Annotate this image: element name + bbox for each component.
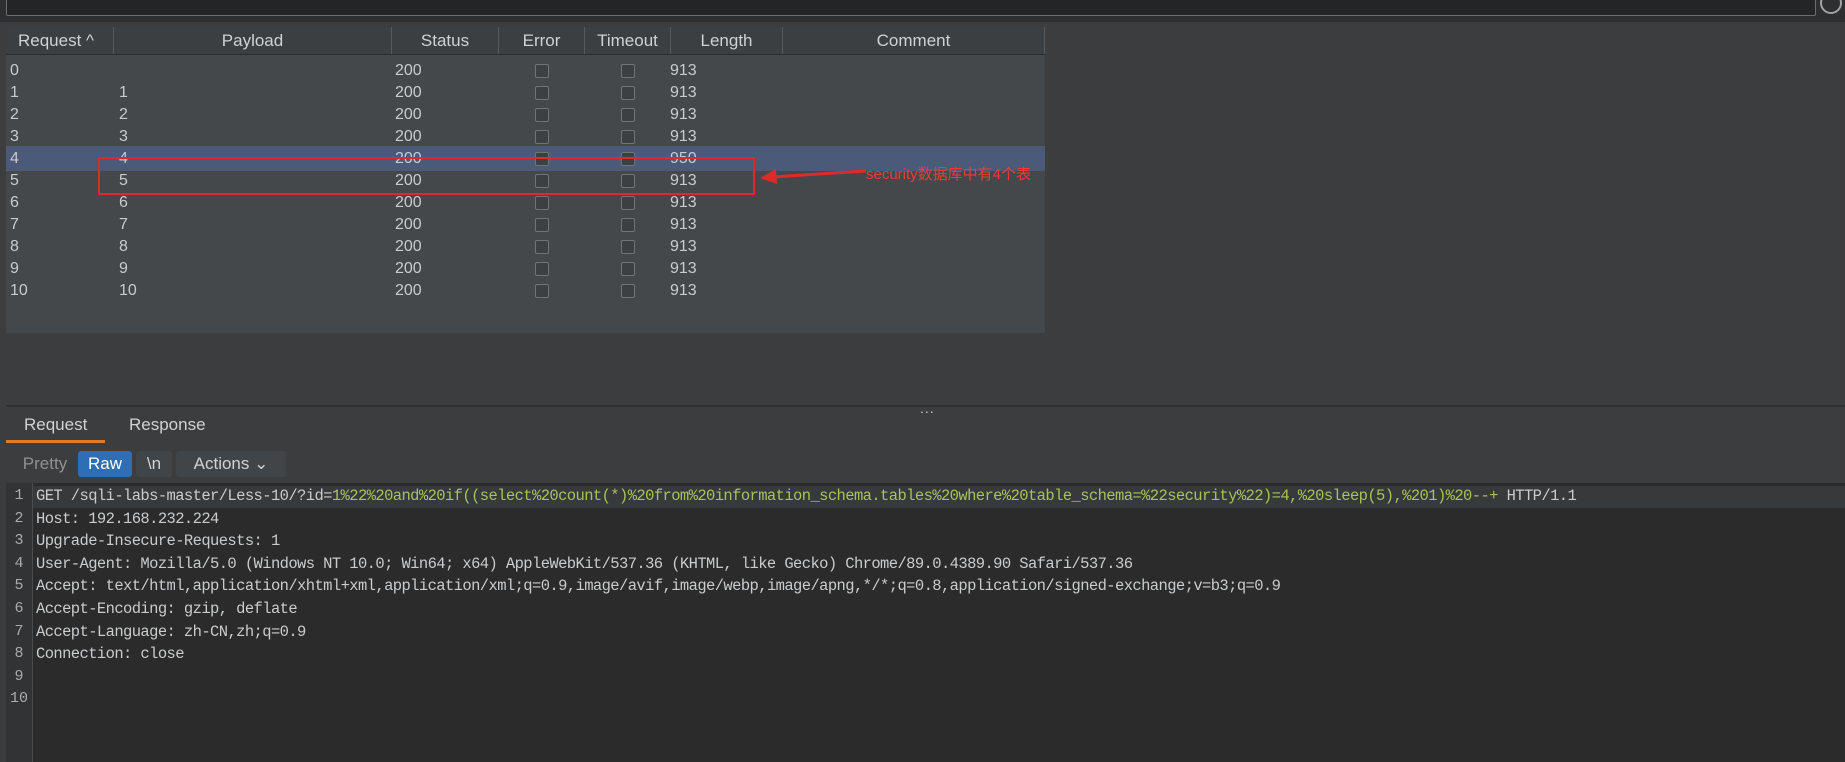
line-number: 4 — [14, 554, 24, 572]
line-number: 5 — [14, 577, 24, 595]
line-number: 10 — [9, 690, 28, 708]
tab-request[interactable]: Request — [24, 410, 87, 440]
request-line-payload: 1%22%20and%20if((select%20count(*)%20fro… — [331, 487, 1499, 505]
request-header-line: Accept-Encoding: gzip, deflate — [36, 600, 298, 618]
message-tabs: Request Response — [6, 410, 1845, 440]
request-header-line: Connection: close — [36, 645, 185, 664]
line-number: 9 — [14, 667, 24, 685]
column-header-request[interactable]: Request ^ — [6, 27, 114, 54]
request-line-suffix: HTTP/1.1 — [1497, 487, 1577, 505]
timeout-checkbox[interactable] — [621, 64, 635, 78]
request-header-line: Accept: text/html,application/xhtml+xml,… — [36, 577, 1281, 596]
error-checkbox[interactable] — [535, 196, 549, 210]
help-icon[interactable] — [1820, 0, 1842, 14]
header-name: Accept-Language: — [36, 622, 176, 641]
column-header-status[interactable]: Status — [392, 27, 499, 54]
error-checkbox[interactable] — [535, 64, 549, 78]
error-checkbox[interactable] — [535, 240, 549, 254]
cell-request: 10 — [10, 282, 28, 299]
pretty-button[interactable]: Pretty — [14, 451, 76, 477]
timeout-checkbox[interactable] — [621, 108, 635, 122]
column-header-payload[interactable]: Payload — [114, 27, 392, 54]
highlight-box — [98, 157, 755, 195]
actions-dropdown[interactable]: Actions ⌄ — [176, 451, 286, 477]
request-header-line: User-Agent: Mozilla/5.0 (Windows NT 10.0… — [36, 554, 1133, 573]
header-name: Accept-Encoding: — [36, 600, 176, 618]
header-value: zh-CN,zh;q=0.9 — [175, 622, 306, 641]
active-tab-indicator — [6, 440, 105, 443]
column-header-error[interactable]: Error — [499, 27, 585, 54]
column-header-comment[interactable]: Comment — [783, 27, 1045, 54]
raw-button[interactable]: Raw — [78, 451, 132, 477]
header-name: Host: — [36, 509, 80, 528]
results-header: Request ^ Payload Status Error Timeout L… — [6, 27, 1045, 55]
column-header-length[interactable]: Length — [671, 27, 783, 54]
error-checkbox[interactable] — [535, 218, 549, 232]
timeout-checkbox[interactable] — [621, 240, 635, 254]
timeout-checkbox[interactable] — [621, 130, 635, 144]
header-value: text/html,application/xhtml+xml,applicat… — [96, 577, 1281, 596]
header-value: Mozilla/5.0 (Windows NT 10.0; Win64; x64… — [131, 554, 1133, 573]
header-name: Connection: — [36, 645, 132, 664]
request-header-line: Accept-Language: zh-CN,zh;q=0.9 — [36, 623, 306, 641]
line-number: 1 — [14, 487, 24, 504]
timeout-checkbox[interactable] — [621, 86, 635, 100]
header-name: User-Agent: — [36, 554, 132, 573]
column-header-timeout[interactable]: Timeout — [585, 27, 671, 54]
table-row[interactable]: 10 10 200 913 — [6, 278, 1045, 303]
error-checkbox[interactable] — [535, 262, 549, 276]
error-checkbox[interactable] — [535, 284, 549, 298]
cell-status: 200 — [395, 282, 422, 299]
request-editor[interactable]: 1 2 3 4 5 6 7 8 9 10 GET /sqli-labs-master/Less-1… — [6, 483, 1845, 762]
annotation-note: security数据库中有4个表 — [866, 166, 1032, 183]
annotation-arrow-icon — [760, 169, 867, 184]
request-header-line: Host: 192.168.232.224 — [36, 510, 219, 528]
header-value: 192.168.232.224 — [79, 509, 219, 528]
cell-payload: 10 — [119, 282, 137, 299]
filter-input[interactable] — [6, 0, 1816, 16]
line-number-gutter: 1 2 3 4 5 6 7 8 9 10 — [6, 483, 33, 762]
top-bar — [0, 0, 1845, 22]
timeout-checkbox[interactable] — [621, 196, 635, 210]
line-number: 7 — [14, 622, 24, 640]
line-number: 3 — [14, 532, 24, 550]
request-header-line: Upgrade-Insecure-Requests: 1 — [36, 532, 280, 550]
line-number: 6 — [14, 600, 24, 617]
request-line-prefix: GET /sqli-labs-master/Less-10/?id= — [36, 487, 332, 505]
error-checkbox[interactable] — [535, 86, 549, 100]
timeout-checkbox[interactable] — [621, 218, 635, 232]
error-checkbox[interactable] — [535, 108, 549, 122]
header-value: close — [131, 645, 184, 664]
cell-length: 913 — [670, 282, 697, 299]
line-number: 8 — [14, 645, 24, 663]
newline-toggle-button[interactable]: \n — [136, 451, 172, 477]
header-value: 1 — [262, 532, 280, 551]
line-number: 2 — [14, 509, 24, 527]
timeout-checkbox[interactable] — [621, 262, 635, 276]
header-name: Accept: — [36, 577, 98, 596]
error-checkbox[interactable] — [535, 130, 549, 144]
tab-response[interactable]: Response — [129, 410, 206, 440]
request-line: GET /sqli-labs-master/Less-10/?id=1%22%2… — [36, 487, 1577, 505]
header-name: Upgrade-Insecure-Requests: — [36, 532, 263, 551]
header-value: gzip, deflate — [175, 600, 298, 618]
editor-toolbar: Pretty Raw \n Actions ⌄ — [6, 446, 1845, 482]
timeout-checkbox[interactable] — [621, 284, 635, 298]
